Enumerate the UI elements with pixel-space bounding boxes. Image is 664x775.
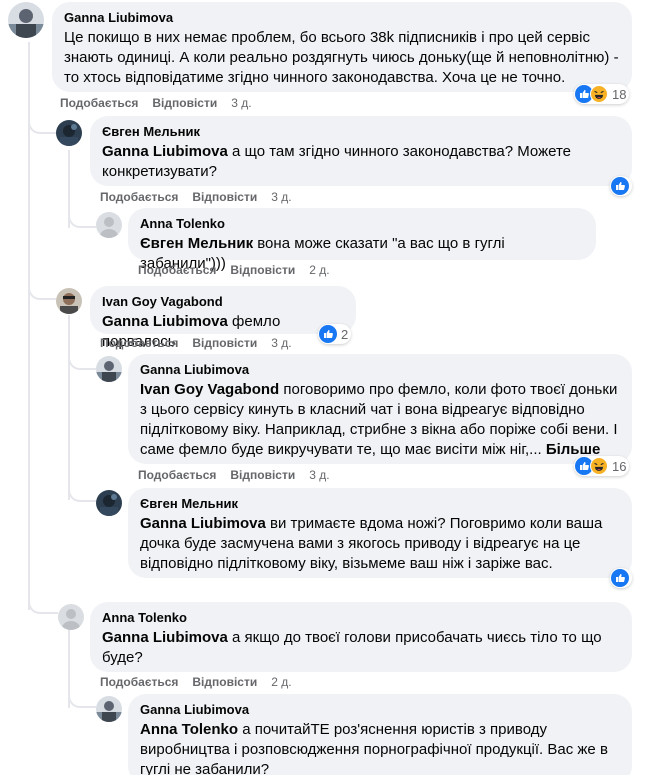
comment-bubble: Євген Мельник Ganna Liubimova а що там з… — [90, 116, 632, 186]
haha-icon — [590, 85, 608, 103]
mention-link[interactable]: Ganna Liubimova — [102, 313, 228, 330]
reply-button[interactable]: Відповісти — [192, 190, 257, 204]
comment-actions: Подобається Відповісти 2 д. — [100, 675, 292, 689]
mention-link[interactable]: Anna Tolenko — [140, 721, 238, 738]
mention-link[interactable]: Ivan Goy Vagabond — [140, 381, 279, 398]
comment-actions: Подобається Відповісти 3 д. — [138, 468, 330, 482]
like-icon — [319, 325, 337, 343]
thread-line-reply — [68, 315, 70, 500]
comment-bubble: Ganna Liubimova Це покищо в них немає пр… — [52, 2, 632, 92]
haha-icon — [590, 457, 608, 475]
comment-timestamp[interactable]: 3 д. — [271, 336, 291, 350]
reaction-summary[interactable]: 16 — [574, 456, 630, 476]
thread-elbow — [28, 284, 56, 300]
reaction-count: 16 — [612, 458, 627, 474]
comment-bubble: Anna Tolenko Євген Мельник вона може ска… — [128, 208, 596, 272]
reaction-summary[interactable] — [610, 568, 632, 588]
comment-bubble: Євген Мельник Ganna Liubimova ви тримаєт… — [128, 488, 632, 578]
thread-elbow — [28, 110, 56, 134]
avatar[interactable] — [96, 696, 122, 722]
comment-timestamp[interactable]: 2 д. — [309, 263, 329, 277]
reply-button[interactable]: Відповісти — [192, 336, 257, 350]
comment-author[interactable]: Євген Мельник — [102, 124, 620, 140]
mention-link[interactable]: Ganna Liubimova — [102, 629, 228, 646]
avatar[interactable] — [96, 356, 122, 382]
comment-timestamp[interactable]: 3 д. — [231, 96, 251, 110]
reply-button[interactable]: Відповісти — [152, 96, 217, 110]
comment-author[interactable]: Ivan Goy Vagabond — [102, 294, 344, 310]
reaction-summary[interactable] — [610, 176, 632, 196]
avatar[interactable] — [58, 604, 84, 630]
comment-actions: Подобається Відповісти 3 д. — [60, 96, 252, 110]
mention-link[interactable]: Ganna Liubimova — [140, 515, 266, 532]
reaction-summary[interactable]: 2 — [318, 324, 352, 344]
avatar[interactable] — [96, 212, 122, 238]
comment-timestamp[interactable]: 3 д. — [271, 190, 291, 204]
thread-elbow — [28, 592, 58, 614]
like-button[interactable]: Подобається — [138, 263, 216, 277]
thread-elbow — [68, 688, 96, 708]
like-button[interactable]: Подобається — [100, 190, 178, 204]
comment-bubble: Anna Tolenko Ganna Liubimova а якщо до т… — [90, 602, 632, 672]
avatar[interactable] — [96, 490, 122, 516]
comment-text: Це покищо в них немає проблем, бо всього… — [64, 29, 619, 86]
comment-timestamp[interactable]: 3 д. — [309, 468, 329, 482]
like-button[interactable]: Подобається — [100, 675, 178, 689]
comment-bubble: Ganna Liubimova Anna Tolenko а почитайТЕ… — [128, 694, 632, 775]
reaction-count: 2 — [341, 326, 349, 342]
comment-actions: Подобається Відповісти 3 д. — [100, 336, 292, 350]
comment-timestamp[interactable]: 2 д. — [271, 675, 291, 689]
like-icon — [611, 177, 629, 195]
like-button[interactable]: Подобається — [100, 336, 178, 350]
thread-elbow — [68, 208, 96, 228]
reaction-count: 18 — [612, 86, 627, 102]
thread-elbow — [68, 350, 96, 370]
comment-bubble: Ganna Liubimova Ivan Goy Vagabond погово… — [128, 354, 632, 464]
avatar[interactable] — [56, 288, 82, 314]
comment-actions: Подобається Відповісти 3 д. — [100, 190, 292, 204]
comment-author[interactable]: Anna Tolenko — [140, 216, 584, 232]
reaction-summary[interactable]: 18 — [574, 84, 630, 104]
comment-bubble: Ivan Goy Vagabond Ganna Liubimova фемло … — [90, 286, 356, 350]
avatar[interactable] — [56, 120, 82, 146]
comment-author[interactable]: Anna Tolenko — [102, 610, 620, 626]
avatar[interactable] — [8, 2, 44, 38]
comment-actions: Подобається Відповісти 2 д. — [138, 263, 330, 277]
reply-button[interactable]: Відповісти — [192, 675, 257, 689]
reply-button[interactable]: Відповісти — [230, 263, 295, 277]
mention-link[interactable]: Євген Мельник — [140, 235, 253, 252]
like-icon — [611, 569, 629, 587]
comment-author[interactable]: Ganna Liubimova — [140, 362, 620, 378]
comment-author[interactable]: Ganna Liubimova — [140, 702, 620, 718]
like-button[interactable]: Подобається — [60, 96, 138, 110]
comment-author[interactable]: Ganna Liubimova — [64, 10, 620, 26]
mention-link[interactable]: Ganna Liubimova — [102, 143, 228, 160]
comment-author[interactable]: Євген Мельник — [140, 496, 620, 512]
reply-button[interactable]: Відповісти — [230, 468, 295, 482]
like-button[interactable]: Подобається — [138, 468, 216, 482]
thread-elbow — [68, 482, 96, 502]
